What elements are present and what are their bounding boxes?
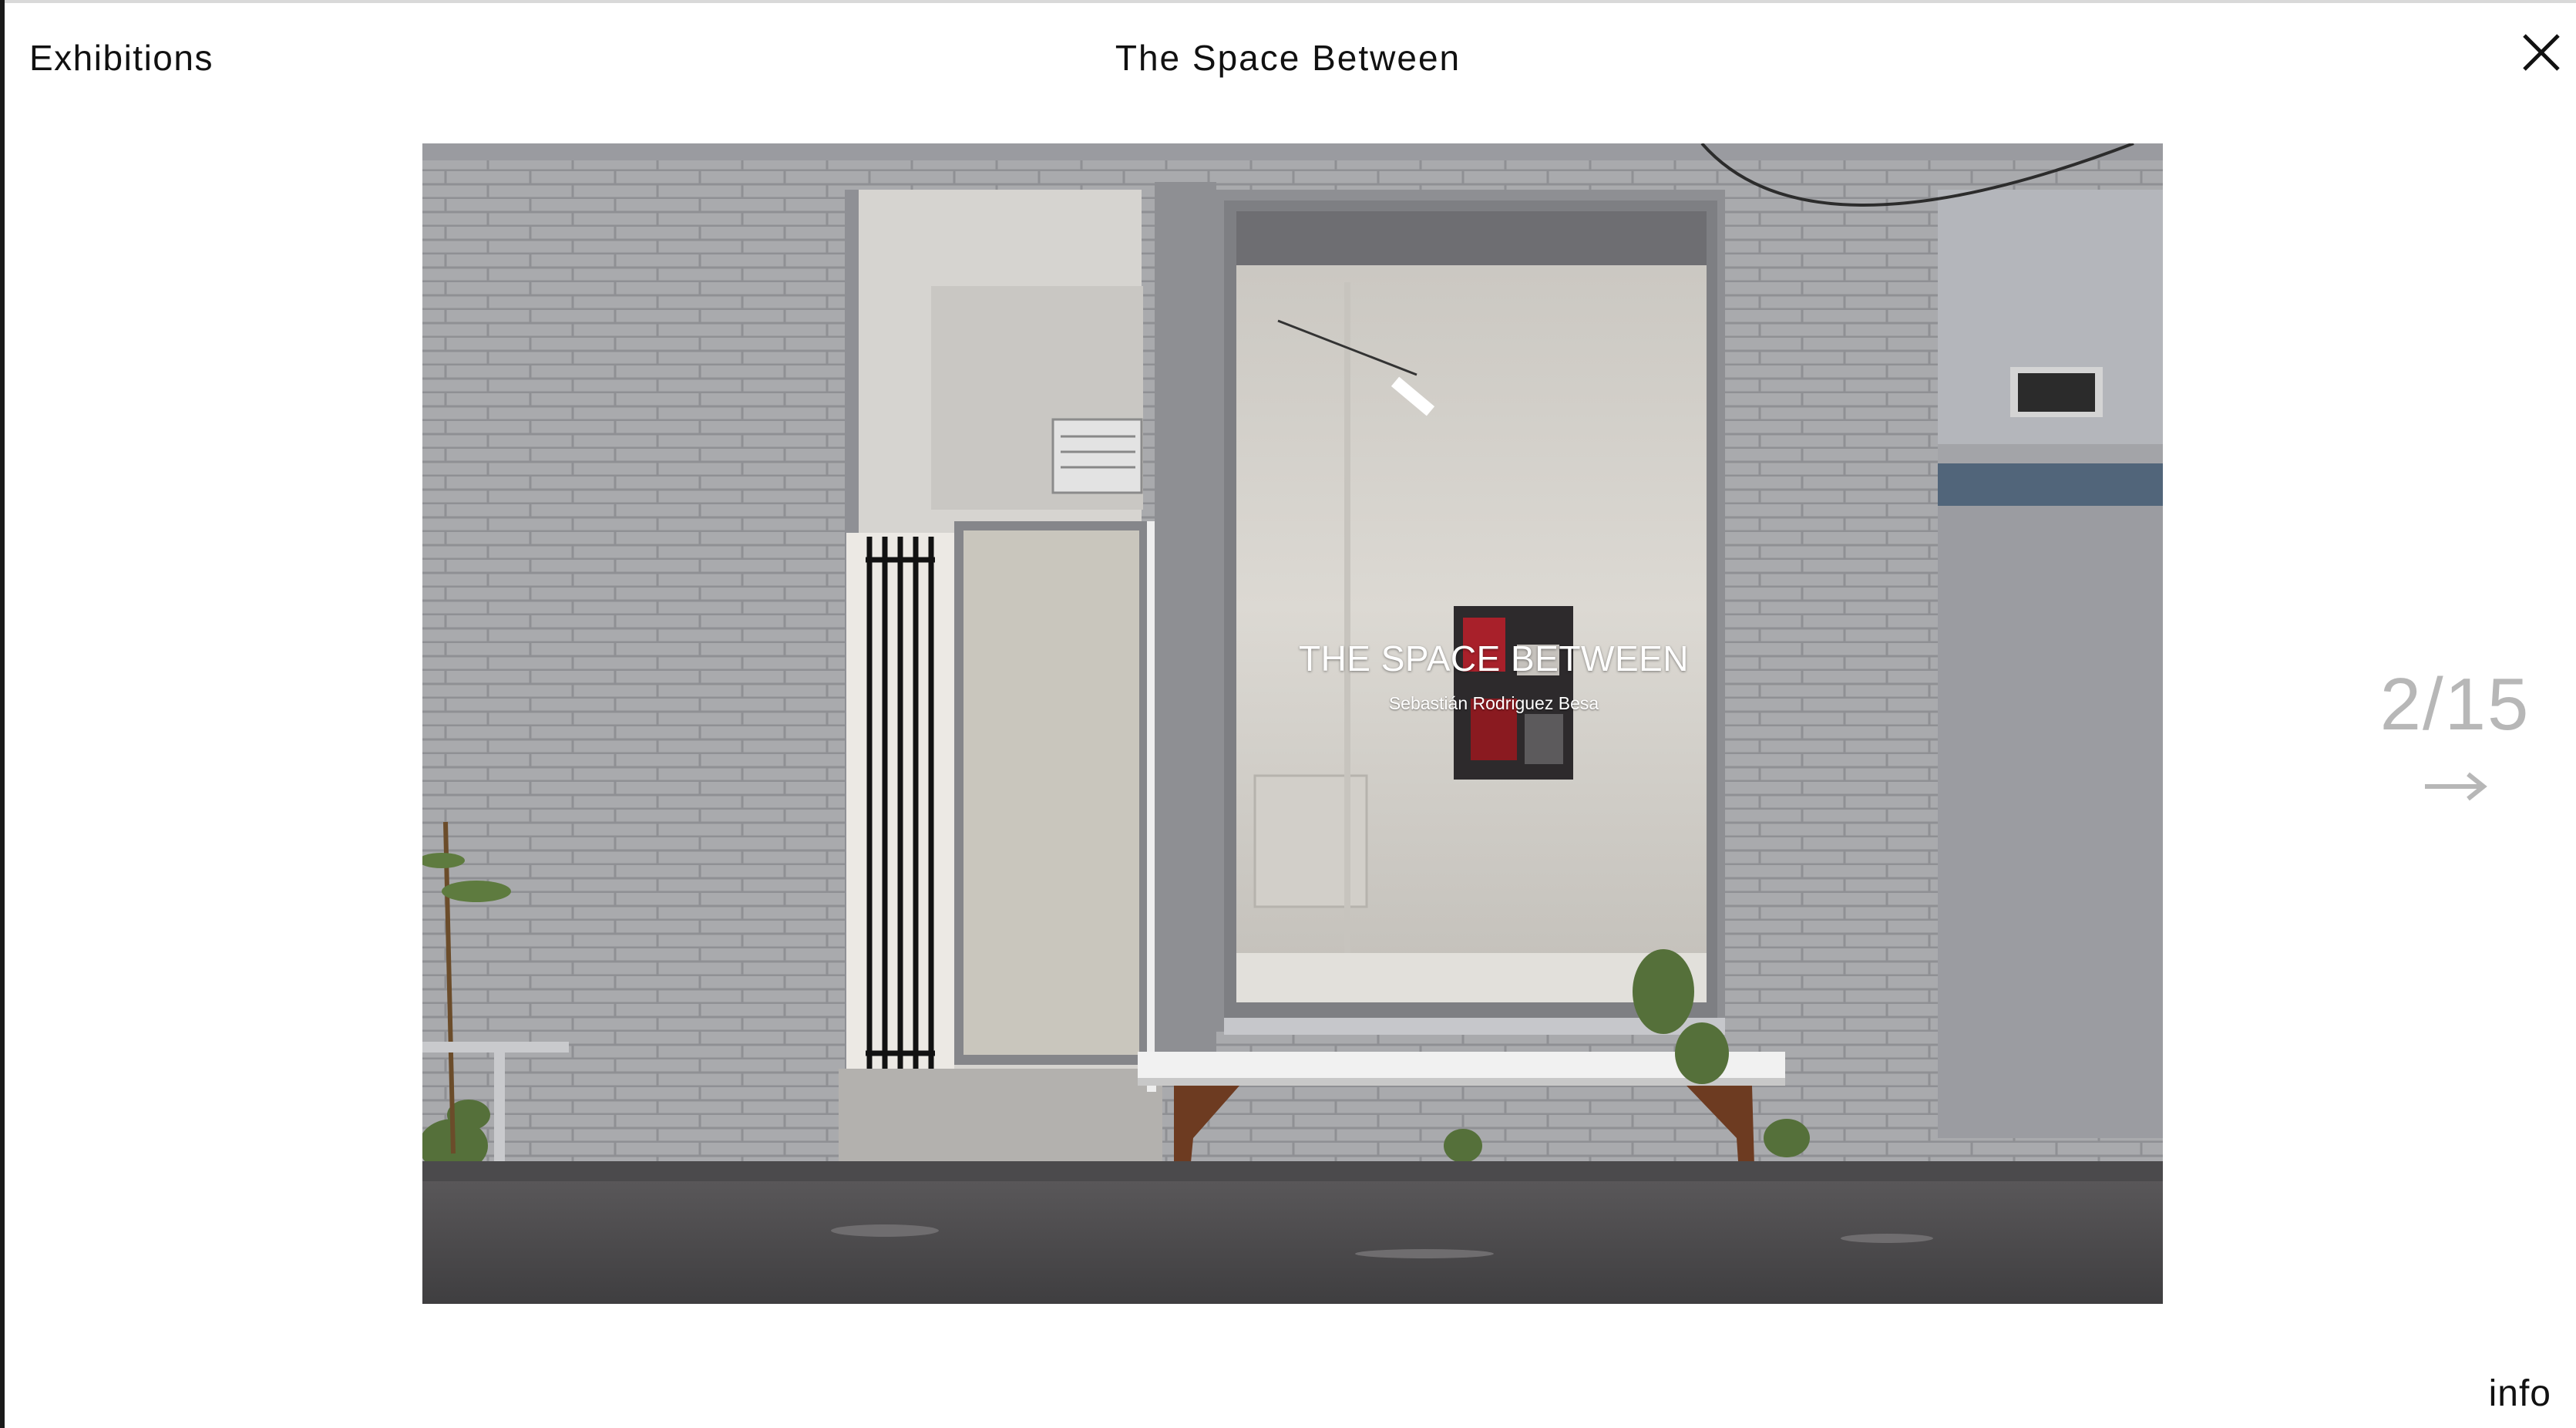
next-slide-button[interactable] — [2420, 763, 2490, 810]
close-icon — [2523, 34, 2560, 71]
slide-counter: 2/15 — [2379, 663, 2531, 746]
gallery-storefront-image — [422, 143, 2163, 1304]
top-border — [0, 0, 2576, 3]
page-title: The Space Between — [1115, 38, 1461, 78]
arrow-right-icon — [2425, 772, 2487, 801]
exhibition-photo: THE SPACE BETWEEN Sebastián Rodriguez Be… — [422, 143, 2163, 1304]
left-border — [0, 0, 5, 1428]
info-link[interactable]: info — [2451, 1369, 2551, 1419]
close-button[interactable] — [2515, 26, 2568, 79]
window-title-text: THE SPACE BETWEEN — [1298, 638, 1690, 679]
window-artist-text: Sebastián Rodriguez Besa — [1388, 693, 1599, 713]
